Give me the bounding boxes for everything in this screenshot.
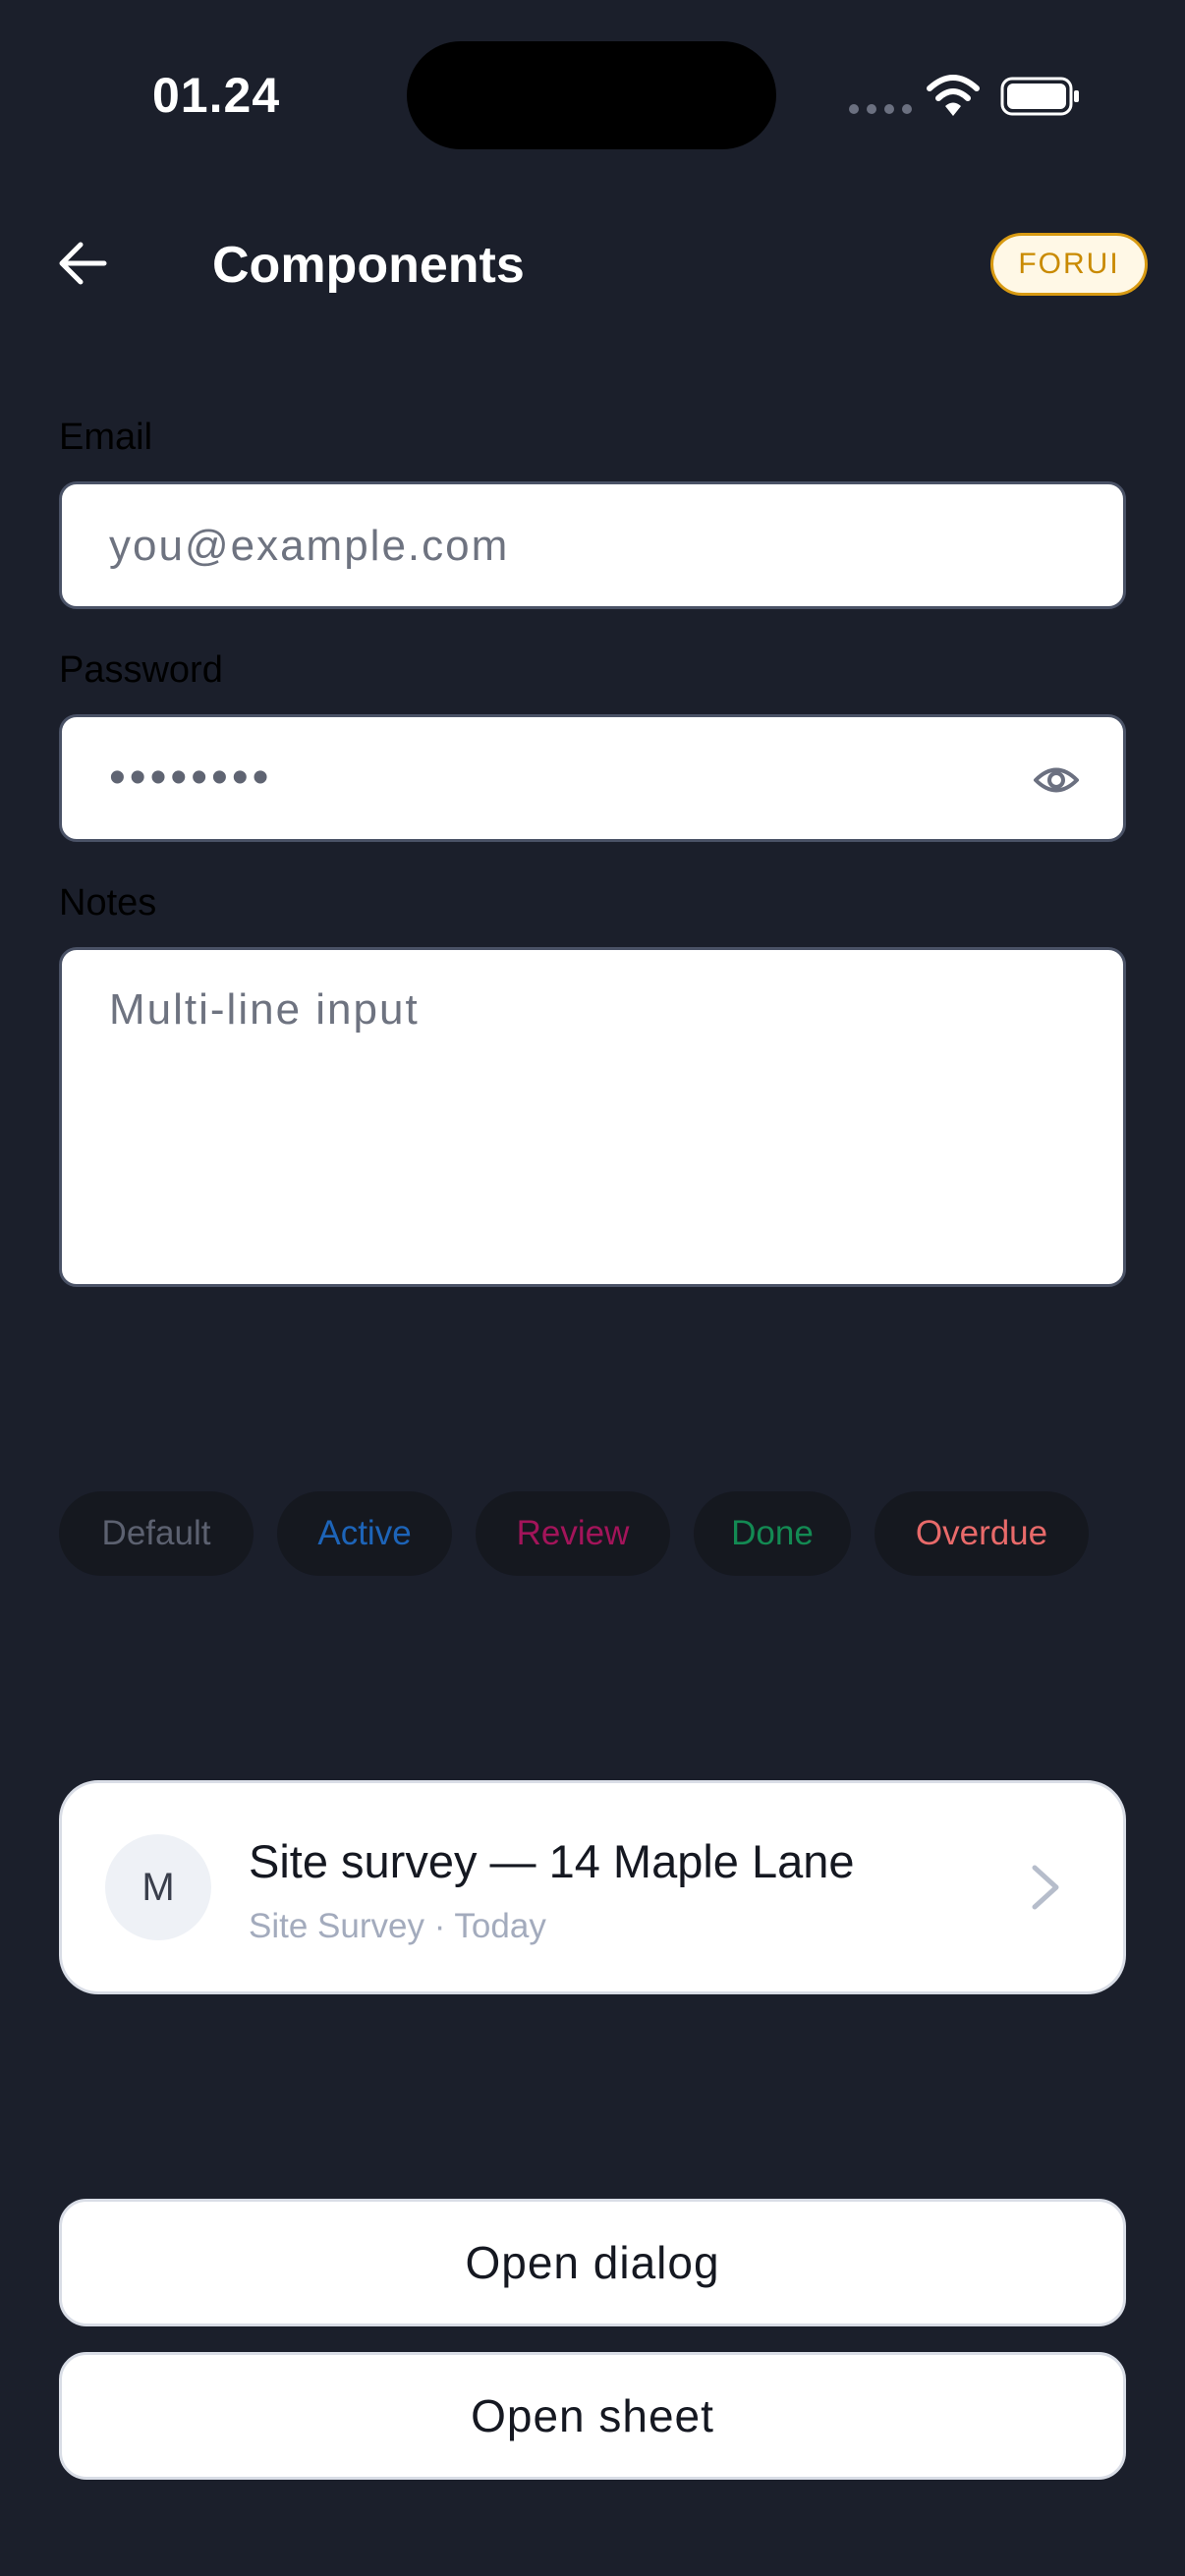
chip-overdue-label: Overdue	[915, 1514, 1048, 1552]
list-item[interactable]: M Site survey — 14 Maple Lane Site Surve…	[59, 1780, 1126, 1994]
chevron-right-icon	[1032, 1865, 1059, 1910]
chip-overdue[interactable]: Overdue	[875, 1491, 1089, 1576]
chip-done[interactable]: Done	[694, 1491, 851, 1576]
cellular-signal-icon	[849, 104, 912, 114]
notes-placeholder: Multi-line input	[109, 985, 420, 1034]
password-field[interactable]: ••••••••	[59, 714, 1126, 842]
list-item-subtitle: Site Survey · Today	[249, 1907, 546, 1945]
dynamic-island	[407, 41, 776, 149]
email-label: Email	[59, 417, 153, 458]
status-time: 01.24	[152, 68, 281, 123]
back-arrow-icon[interactable]	[55, 236, 110, 291]
avatar: M	[105, 1834, 211, 1940]
wifi-icon	[927, 75, 980, 116]
open-dialog-button[interactable]: Open dialog	[59, 2199, 1126, 2326]
chip-review-label: Review	[516, 1514, 630, 1552]
password-value: ••••••••	[109, 752, 273, 804]
notes-textarea[interactable]: Multi-line input	[59, 947, 1126, 1287]
email-placeholder: you@example.com	[109, 522, 510, 570]
chip-review[interactable]: Review	[476, 1491, 670, 1576]
page-title: Components	[212, 237, 525, 294]
list-item-title: Site survey — 14 Maple Lane	[249, 1835, 855, 1887]
chip-default[interactable]: Default	[59, 1491, 254, 1576]
chip-active-label: Active	[317, 1514, 412, 1552]
notes-label: Notes	[59, 882, 157, 924]
open-sheet-button[interactable]: Open sheet	[59, 2352, 1126, 2480]
email-field[interactable]: you@example.com	[59, 481, 1126, 609]
battery-icon	[1000, 77, 1079, 116]
chip-default-label: Default	[101, 1514, 211, 1552]
password-label: Password	[59, 649, 223, 691]
forui-badge: FORUI	[990, 233, 1148, 296]
chip-done-label: Done	[731, 1514, 814, 1552]
eye-icon[interactable]	[1033, 756, 1080, 804]
chip-active[interactable]: Active	[277, 1491, 452, 1576]
